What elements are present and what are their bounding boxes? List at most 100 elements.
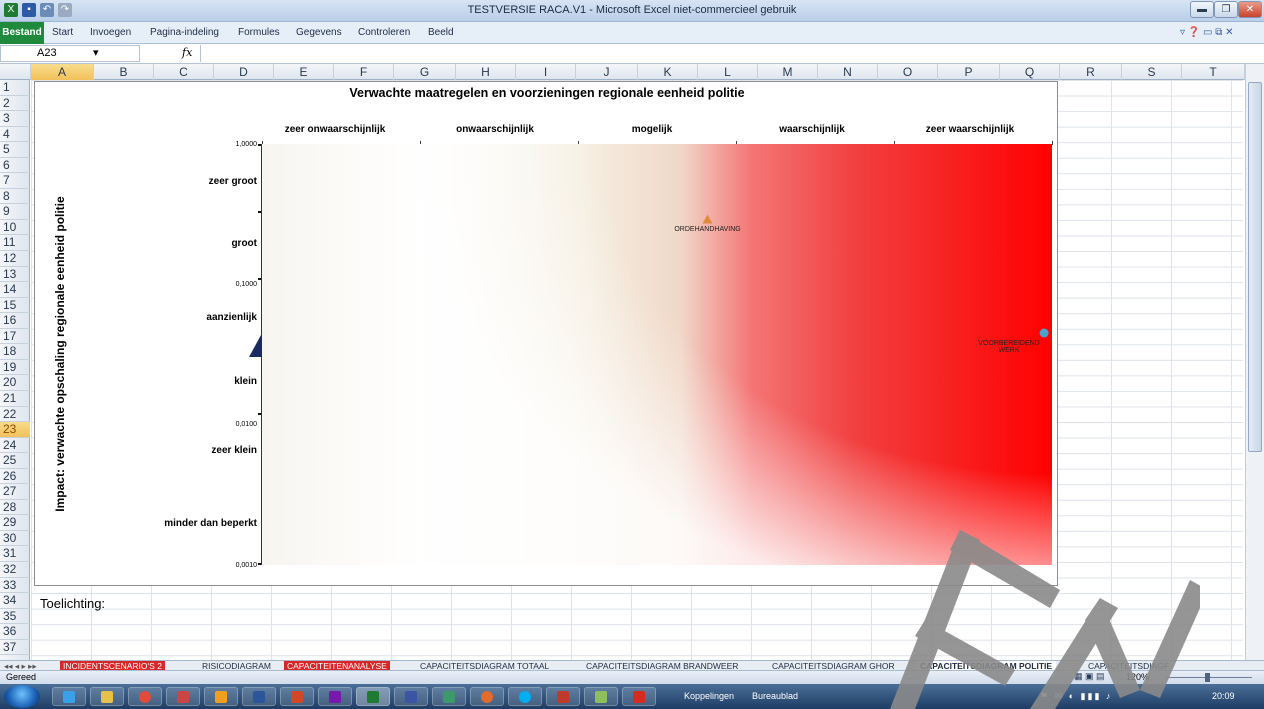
column-header[interactable]: E bbox=[274, 64, 334, 80]
row-header[interactable]: 21 bbox=[0, 391, 30, 407]
row-header[interactable]: 28 bbox=[0, 500, 30, 516]
taskbar-app-button[interactable] bbox=[546, 687, 580, 706]
tab-beeld[interactable]: Beeld bbox=[428, 27, 454, 38]
toolbar-desktop[interactable]: Bureaublad bbox=[752, 691, 798, 701]
column-header[interactable]: T bbox=[1182, 64, 1245, 80]
row-header[interactable]: 16 bbox=[0, 313, 30, 329]
column-header[interactable]: K bbox=[638, 64, 698, 80]
taskbar-chrome-button[interactable] bbox=[128, 687, 162, 706]
row-header[interactable]: 12 bbox=[0, 251, 30, 267]
row-header[interactable]: 22 bbox=[0, 407, 30, 423]
row-header[interactable]: 37 bbox=[0, 640, 30, 656]
row-header[interactable]: 9 bbox=[0, 204, 30, 220]
column-header[interactable]: C bbox=[154, 64, 214, 80]
row-header[interactable]: 14 bbox=[0, 282, 30, 298]
select-all-corner[interactable] bbox=[0, 64, 31, 80]
formula-input[interactable] bbox=[200, 45, 1244, 62]
taskbar-outlook-button[interactable] bbox=[204, 687, 238, 706]
row-header[interactable]: 3 bbox=[0, 111, 30, 127]
maximize-button[interactable]: ❐ bbox=[1214, 1, 1238, 18]
taskbar-app-button[interactable] bbox=[432, 687, 466, 706]
column-header[interactable]: S bbox=[1122, 64, 1182, 80]
vertical-scrollbar[interactable] bbox=[1245, 64, 1264, 660]
row-header[interactable]: 17 bbox=[0, 329, 30, 345]
row-header[interactable]: 25 bbox=[0, 453, 30, 469]
row-header[interactable]: 23 bbox=[0, 422, 30, 438]
row-header[interactable]: 2 bbox=[0, 96, 30, 112]
row-header[interactable]: 26 bbox=[0, 469, 30, 485]
taskbar-excel-button[interactable] bbox=[356, 687, 390, 706]
row-header[interactable]: 24 bbox=[0, 438, 30, 454]
column-header[interactable]: H bbox=[456, 64, 516, 80]
tab-file[interactable]: Bestand bbox=[0, 22, 44, 44]
column-header[interactable]: O bbox=[878, 64, 938, 80]
name-box[interactable]: A23 ▾ bbox=[0, 45, 140, 62]
tab-pagina-indeling[interactable]: Pagina-indeling bbox=[150, 27, 219, 38]
column-header[interactable]: J bbox=[576, 64, 638, 80]
plot-area[interactable]: ORDEHANDHAVING VOORBEREIDEND WERK bbox=[262, 144, 1052, 565]
row-header[interactable]: 8 bbox=[0, 189, 30, 205]
row-header[interactable]: 6 bbox=[0, 158, 30, 174]
row-header[interactable]: 7 bbox=[0, 173, 30, 189]
taskbar-word-button[interactable] bbox=[242, 687, 276, 706]
tab-invoegen[interactable]: Invoegen bbox=[90, 27, 131, 38]
taskbar-explorer-button[interactable] bbox=[90, 687, 124, 706]
zoom-level[interactable]: 120% bbox=[1126, 672, 1149, 682]
tab-gegevens[interactable]: Gegevens bbox=[296, 27, 342, 38]
row-header[interactable]: 30 bbox=[0, 531, 30, 547]
system-tray-icon[interactable]: ⚑ ✉ ◐ ▮▮▮ ♪ bbox=[1040, 691, 1112, 702]
view-buttons-icon[interactable]: ▦ ▣ ▤ bbox=[1074, 671, 1105, 682]
row-header[interactable]: 10 bbox=[0, 220, 30, 236]
chevron-down-icon[interactable]: ▾ bbox=[93, 46, 99, 61]
taskbar-app-button[interactable] bbox=[584, 687, 618, 706]
taskbar-onenote-button[interactable] bbox=[318, 687, 352, 706]
column-header[interactable]: B bbox=[94, 64, 154, 80]
row-header[interactable]: 13 bbox=[0, 267, 30, 283]
minimize-button[interactable]: ▬ bbox=[1190, 1, 1214, 18]
capacity-chart[interactable]: Verwachte maatregelen en voorzieningen r… bbox=[34, 81, 1058, 586]
function-icon[interactable]: fx bbox=[182, 46, 192, 59]
taskbar-acrobat-button[interactable] bbox=[622, 687, 656, 706]
taskbar-powerpoint-button[interactable] bbox=[280, 687, 314, 706]
close-window-button[interactable]: ✕ bbox=[1238, 1, 1262, 18]
tab-formules[interactable]: Formules bbox=[238, 27, 280, 38]
column-header[interactable]: D bbox=[214, 64, 274, 80]
taskbar-visio-button[interactable] bbox=[394, 687, 428, 706]
toolbar-links[interactable]: Koppelingen bbox=[684, 691, 734, 701]
help-icon[interactable]: ▿ ❓ ▭ ⧉ ✕ bbox=[1180, 27, 1234, 38]
column-header[interactable]: A bbox=[31, 64, 94, 80]
column-header[interactable]: R bbox=[1060, 64, 1122, 80]
row-header[interactable]: 15 bbox=[0, 298, 30, 314]
taskbar-ie-button[interactable] bbox=[52, 687, 86, 706]
row-header[interactable]: 5 bbox=[0, 142, 30, 158]
row-header[interactable]: 4 bbox=[0, 127, 30, 143]
tab-controleren[interactable]: Controleren bbox=[358, 27, 410, 38]
column-header[interactable]: L bbox=[698, 64, 758, 80]
row-header[interactable]: 20 bbox=[0, 375, 30, 391]
row-header[interactable]: 32 bbox=[0, 562, 30, 578]
column-header[interactable]: M bbox=[758, 64, 818, 80]
row-header[interactable]: 34 bbox=[0, 593, 30, 609]
column-header[interactable]: G bbox=[394, 64, 456, 80]
row-header[interactable]: 19 bbox=[0, 360, 30, 376]
row-header[interactable]: 29 bbox=[0, 515, 30, 531]
row-header[interactable]: 35 bbox=[0, 609, 30, 625]
column-header[interactable]: N bbox=[818, 64, 878, 80]
taskbar-app-button[interactable] bbox=[470, 687, 504, 706]
row-header[interactable]: 18 bbox=[0, 344, 30, 360]
taskbar-skype-button[interactable] bbox=[508, 687, 542, 706]
column-header[interactable]: I bbox=[516, 64, 576, 80]
row-header[interactable]: 27 bbox=[0, 484, 30, 500]
tab-start[interactable]: Start bbox=[52, 27, 73, 38]
row-header[interactable]: 1 bbox=[0, 80, 30, 96]
row-header[interactable]: 33 bbox=[0, 578, 30, 594]
taskbar-app-button[interactable] bbox=[166, 687, 200, 706]
start-button[interactable] bbox=[4, 685, 40, 708]
data-point-ordehandhaving[interactable] bbox=[702, 214, 713, 224]
column-header[interactable]: F bbox=[334, 64, 394, 80]
row-header[interactable]: 36 bbox=[0, 624, 30, 640]
column-header[interactable]: P bbox=[938, 64, 1000, 80]
zoom-slider-thumb[interactable] bbox=[1205, 673, 1210, 682]
row-header[interactable]: 11 bbox=[0, 235, 30, 252]
scrollbar-thumb[interactable] bbox=[1248, 82, 1262, 452]
